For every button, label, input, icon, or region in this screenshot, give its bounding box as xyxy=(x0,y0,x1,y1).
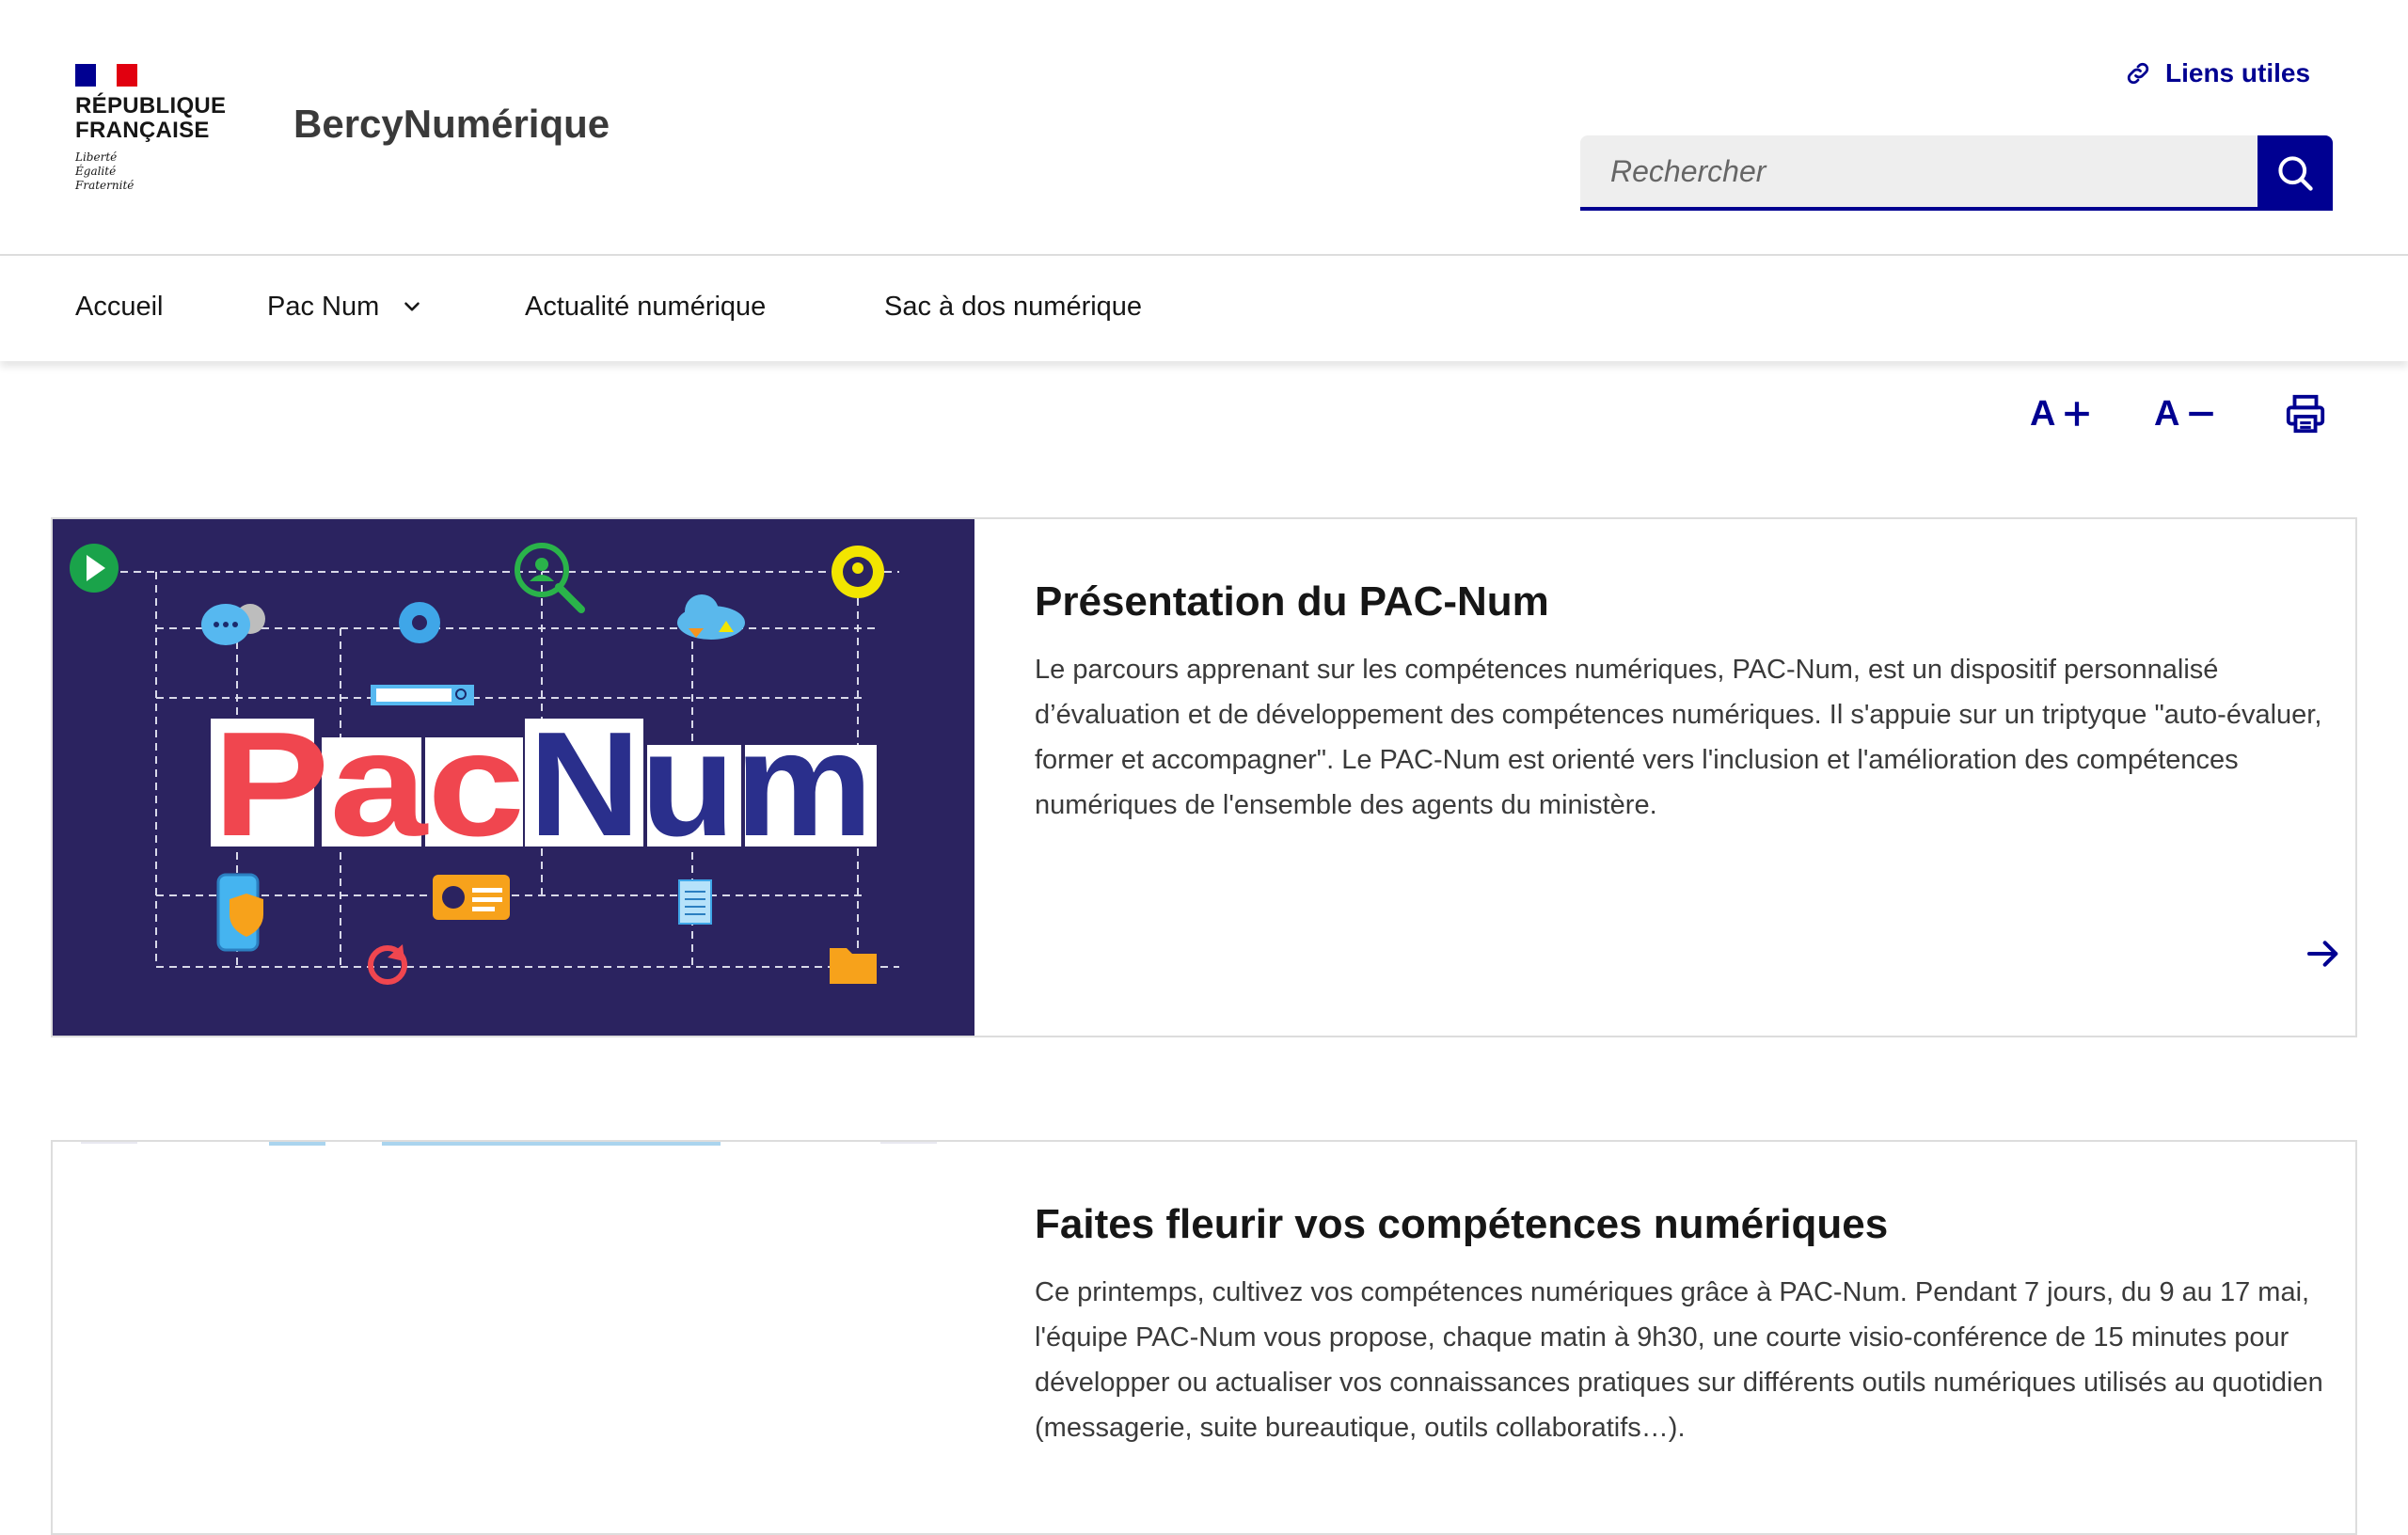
devise-fraternite: Fraternité xyxy=(75,179,135,192)
phone-shield-icon xyxy=(216,873,263,952)
liens-utiles-link[interactable]: Liens utiles xyxy=(2124,55,2310,92)
pac-num-illustration: Pac Num xyxy=(53,519,974,1036)
settings-user-icon xyxy=(832,546,884,598)
devise: Liberté Égalité Fraternité xyxy=(75,150,235,193)
card-title[interactable]: Faites fleurir vos compétences numérique… xyxy=(1035,1198,2352,1251)
republique-francaise-logo[interactable]: RÉPUBLIQUE FRANÇAISE Liberté Égalité Fra… xyxy=(75,64,235,193)
magnifier-user-icon xyxy=(515,543,585,613)
plus-icon xyxy=(2065,402,2090,426)
card-image-placeholder xyxy=(81,1142,937,1146)
republique-line-1: RÉPUBLIQUE xyxy=(75,93,227,119)
article-card-pac-num[interactable]: Pac Num Présentation du PAC-Num Le parco… xyxy=(51,517,2357,1037)
search-input[interactable] xyxy=(1580,135,2258,211)
arrow-right-icon[interactable] xyxy=(2305,935,2342,973)
increase-font-letter: A xyxy=(2030,393,2056,434)
devise-liberte: Liberté xyxy=(75,150,118,164)
site-header: RÉPUBLIQUE FRANÇAISE Liberté Égalité Fra… xyxy=(0,0,2408,256)
num-text: Num xyxy=(529,702,873,867)
nav-item-sac-a-dos-numerique[interactable]: Sac à dos numérique xyxy=(884,258,1142,356)
search-bar xyxy=(1580,135,2333,211)
nav-item-label: Actualité numérique xyxy=(525,291,767,322)
folder-icon xyxy=(830,948,877,984)
main-navigation: Accueil Pac Num Actualité numérique Sac … xyxy=(0,258,2408,361)
card-body: Faites fleurir vos compétences numérique… xyxy=(1035,1198,2352,1450)
search-icon xyxy=(2278,156,2313,191)
nav-item-label: Accueil xyxy=(75,291,164,322)
liens-utiles-label: Liens utiles xyxy=(2165,58,2311,87)
document-icon xyxy=(678,879,712,925)
republique-line-2: FRANÇAISE xyxy=(75,118,210,143)
play-icon xyxy=(70,544,119,593)
printer-icon xyxy=(2286,394,2325,434)
card-description: Le parcours apprenant sur les compétence… xyxy=(1035,655,2322,820)
gear-icon xyxy=(399,602,440,643)
nav-item-accueil[interactable]: Accueil xyxy=(75,258,164,356)
card-body: Présentation du PAC-Num Le parcours appr… xyxy=(1035,576,2352,828)
nav-item-label: Pac Num xyxy=(267,291,380,322)
card-title[interactable]: Présentation du PAC-Num xyxy=(1035,576,2352,628)
chevron-down-icon xyxy=(404,302,420,311)
devise-egalite: Égalité xyxy=(75,165,117,178)
minus-icon xyxy=(2189,411,2214,417)
id-card-icon xyxy=(433,875,510,920)
print-button[interactable] xyxy=(2278,386,2327,442)
increase-font-button[interactable]: A xyxy=(2030,386,2093,442)
cloud-icon xyxy=(677,594,745,640)
nav-item-pac-num[interactable]: Pac Num xyxy=(267,258,424,356)
nav-item-label: Sac à dos numérique xyxy=(884,291,1143,322)
site-title[interactable]: BercyNumérique xyxy=(293,102,610,147)
chat-icon xyxy=(201,604,265,645)
decrease-font-button[interactable]: A xyxy=(2154,386,2217,442)
marianne-flag-icon xyxy=(75,64,137,87)
article-card-faites-fleurir[interactable]: Faites fleurir vos compétences numérique… xyxy=(51,1140,2357,1535)
refresh-icon xyxy=(368,944,407,985)
card-description: Ce printemps, cultivez vos compétences n… xyxy=(1035,1277,2323,1443)
nav-item-actualite-numerique[interactable]: Actualité numérique xyxy=(525,258,766,356)
pac-text: Pac xyxy=(213,702,525,867)
search-button[interactable] xyxy=(2258,135,2333,211)
link-icon xyxy=(2127,62,2149,85)
decrease-font-letter: A xyxy=(2154,393,2180,434)
